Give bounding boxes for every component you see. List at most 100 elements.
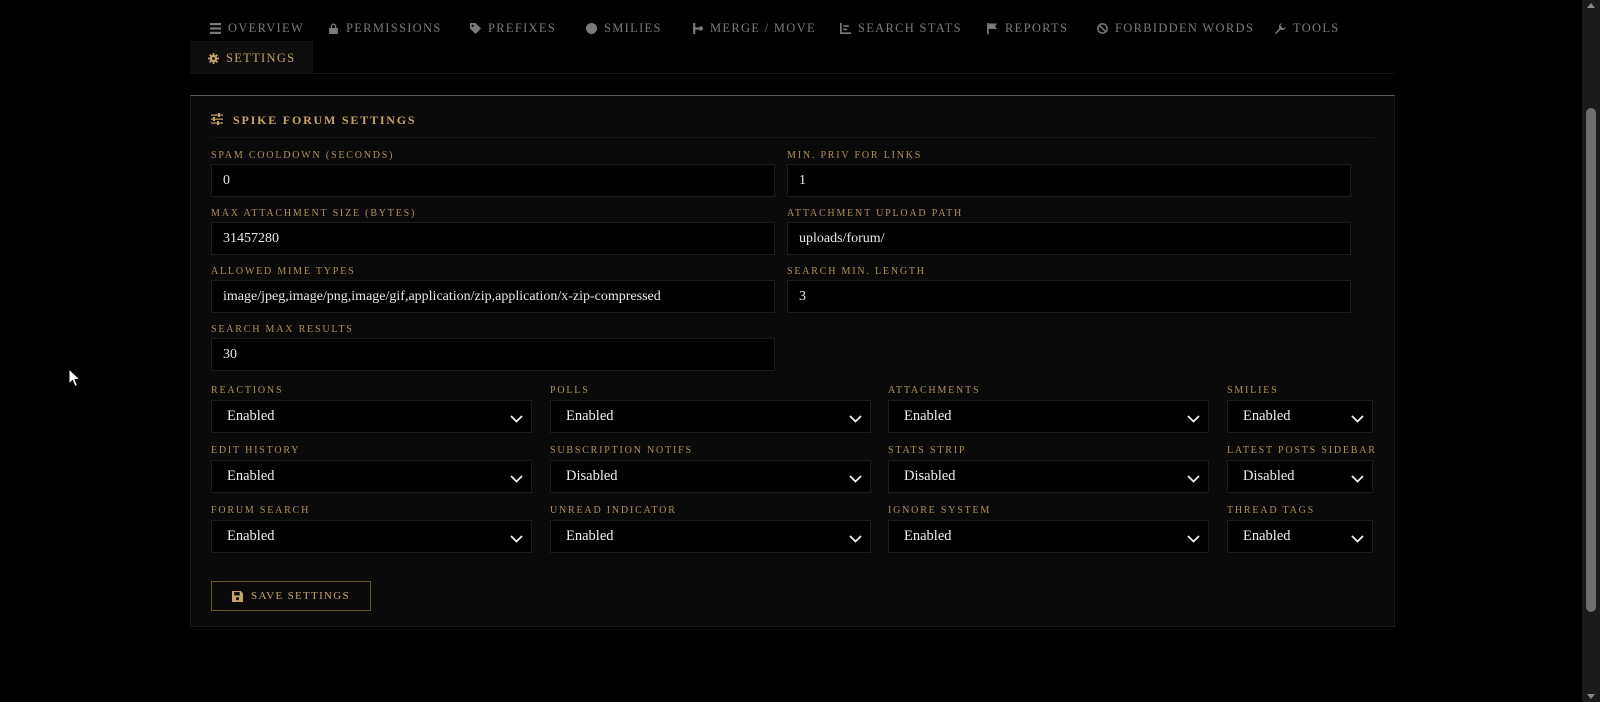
attachments-label: ATTACHMENTS [888, 385, 981, 396]
min-priv-links-label: MIN. PRIV FOR LINKS [787, 150, 923, 161]
ban-icon [1097, 22, 1108, 34]
tab-permissions[interactable]: PERMISSIONS [328, 12, 442, 44]
chevron-down-icon [1187, 412, 1200, 423]
reactions-label: REACTIONS [211, 385, 284, 396]
forum-search-label: FORUM SEARCH [211, 505, 311, 516]
tab-label: MERGE / MOVE [710, 20, 816, 35]
lock-icon [328, 23, 339, 34]
wrench-icon [1275, 22, 1286, 34]
forum-search-select[interactable]: Enabled [211, 520, 532, 553]
select-value: Enabled [1243, 408, 1291, 424]
panel-header: SPIKE FORUM SETTINGS [211, 112, 1374, 138]
settings-panel: SPIKE FORUM SETTINGS SPAM COOLDOWN (SECO… [190, 95, 1395, 627]
search-max-results-label: SEARCH MAX RESULTS [211, 324, 354, 335]
thread-tags-label: THREAD TAGS [1227, 505, 1315, 516]
tab-label: OVERVIEW [228, 20, 305, 35]
tab-settings[interactable]: SETTINGS [190, 41, 314, 74]
select-value: Disabled [904, 468, 956, 484]
subscription-notifs-label: SUBSCRIPTION NOTIFS [550, 445, 693, 456]
merge-icon [692, 22, 703, 34]
tabs-divider [190, 73, 1395, 74]
save-settings-button[interactable]: SAVE SETTINGS [211, 581, 371, 611]
tab-reports[interactable]: REPORTS [987, 12, 1068, 44]
thread-tags-select[interactable]: Enabled [1227, 520, 1373, 553]
allowed-mime-types-label: ALLOWED MIME TYPES [211, 266, 356, 277]
select-value: Enabled [904, 408, 952, 424]
reactions-select[interactable]: Enabled [211, 400, 532, 433]
tab-prefixes[interactable]: PREFIXES [470, 12, 556, 44]
smilies-label: SMILIES [1227, 385, 1279, 396]
search-max-results-input[interactable] [211, 338, 775, 371]
select-value: Enabled [566, 528, 614, 544]
select-value: Enabled [227, 408, 275, 424]
mouse-cursor-icon [68, 368, 82, 388]
tab-tools[interactable]: TOOLS [1275, 12, 1340, 44]
tab-label: REPORTS [1005, 20, 1069, 35]
tag-icon [470, 22, 481, 34]
edit-history-label: EDIT HISTORY [211, 445, 301, 456]
chevron-down-icon [510, 412, 523, 423]
bar-chart-icon [840, 22, 851, 34]
tab-label: SETTINGS [226, 50, 296, 65]
subscription-notifs-select[interactable]: Disabled [550, 460, 871, 493]
flag-icon [987, 22, 998, 34]
tab-search-stats[interactable]: SEARCH STATS [840, 12, 962, 44]
tab-label: PREFIXES [488, 20, 557, 35]
scroll-up-arrow-icon[interactable] [1587, 3, 1595, 8]
polls-select[interactable]: Enabled [550, 400, 871, 433]
chevron-down-icon [1351, 472, 1364, 483]
smilies-select[interactable]: Enabled [1227, 400, 1373, 433]
chevron-down-icon [1187, 532, 1200, 543]
chevron-down-icon [510, 472, 523, 483]
overview-icon [210, 22, 221, 34]
tab-label: SMILIES [604, 20, 662, 35]
admin-tabs: OVERVIEW PERMISSIONS PREFIXES SMILIES ME… [190, 12, 1395, 74]
attachment-upload-path-input[interactable] [787, 222, 1351, 255]
scrollbar-thumb[interactable] [1586, 108, 1596, 612]
floppy-disk-icon [232, 590, 244, 602]
attachments-select[interactable]: Enabled [888, 400, 1209, 433]
select-value: Enabled [1243, 528, 1291, 544]
ignore-system-select[interactable]: Enabled [888, 520, 1209, 553]
gear-icon [208, 52, 219, 64]
edit-history-select[interactable]: Enabled [211, 460, 532, 493]
chevron-down-icon [1187, 472, 1200, 483]
smiley-icon [586, 22, 597, 34]
min-priv-links-input[interactable] [787, 164, 1351, 197]
chevron-down-icon [1351, 532, 1364, 543]
latest-posts-sidebar-label: LATEST POSTS SIDEBAR [1227, 445, 1377, 456]
stats-strip-select[interactable]: Disabled [888, 460, 1209, 493]
polls-label: POLLS [550, 385, 590, 396]
sliders-icon [211, 112, 223, 130]
select-value: Disabled [1243, 468, 1295, 484]
max-attachment-size-label: MAX ATTACHMENT SIZE (BYTES) [211, 208, 417, 219]
panel-title: SPIKE FORUM SETTINGS [233, 113, 417, 127]
spam-cooldown-input[interactable] [211, 164, 775, 197]
spam-cooldown-label: SPAM COOLDOWN (SECONDS) [211, 150, 395, 161]
save-settings-label: SAVE SETTINGS [251, 590, 350, 602]
chevron-down-icon [1351, 412, 1364, 423]
select-value: Enabled [227, 468, 275, 484]
tab-forbidden-words[interactable]: FORBIDDEN WORDS [1097, 12, 1254, 44]
latest-posts-sidebar-select[interactable]: Disabled [1227, 460, 1373, 493]
allowed-mime-types-input[interactable] [211, 280, 775, 313]
tab-smilies[interactable]: SMILIES [586, 12, 662, 44]
select-value: Enabled [227, 528, 275, 544]
attachment-upload-path-label: ATTACHMENT UPLOAD PATH [787, 208, 964, 219]
search-min-length-input[interactable] [787, 280, 1351, 313]
ignore-system-label: IGNORE SYSTEM [888, 505, 992, 516]
tab-merge-move[interactable]: MERGE / MOVE [692, 12, 816, 44]
select-value: Enabled [904, 528, 952, 544]
stats-strip-label: STATS STRIP [888, 445, 967, 456]
scroll-down-arrow-icon[interactable] [1587, 694, 1595, 699]
tab-overview[interactable]: OVERVIEW [210, 12, 304, 44]
unread-indicator-label: UNREAD INDICATOR [550, 505, 677, 516]
tab-label: SEARCH STATS [858, 20, 962, 35]
unread-indicator-select[interactable]: Enabled [550, 520, 871, 553]
tab-label: FORBIDDEN WORDS [1115, 20, 1255, 35]
search-min-length-label: SEARCH MIN. LENGTH [787, 266, 926, 277]
page-scrollbar[interactable] [1582, 0, 1600, 702]
max-attachment-size-input[interactable] [211, 222, 775, 255]
tab-label: TOOLS [1293, 20, 1340, 35]
tab-label: PERMISSIONS [346, 20, 442, 35]
